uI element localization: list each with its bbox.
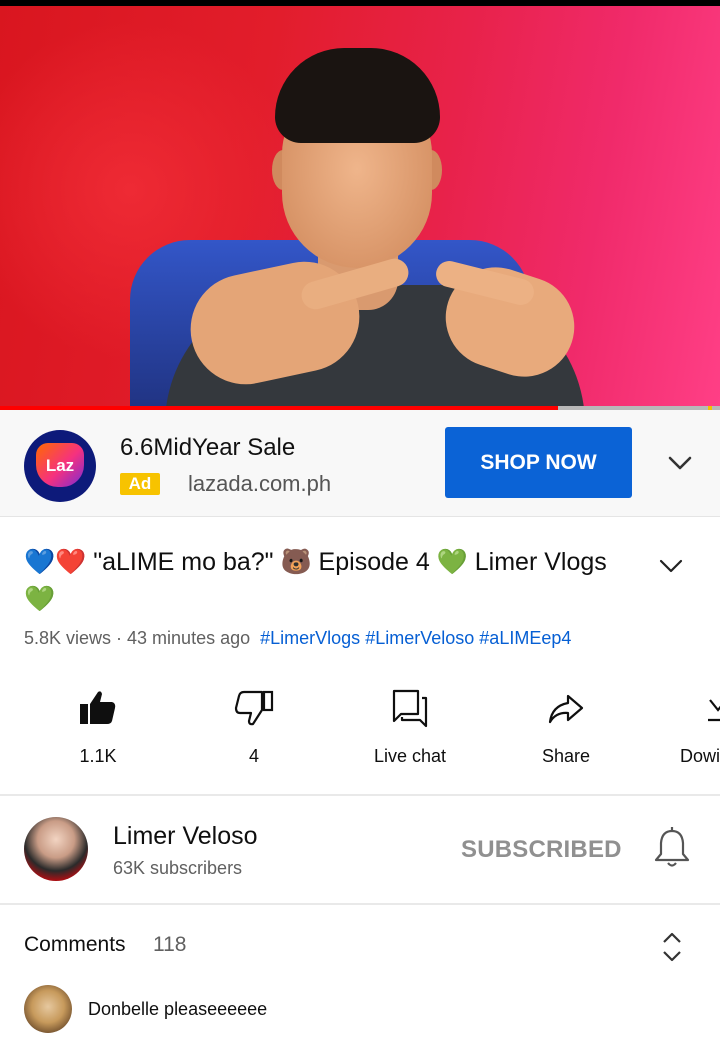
- ad-domain: lazada.com.ph: [188, 471, 332, 496]
- bell-icon[interactable]: [652, 826, 692, 870]
- download-label: Dowi: [680, 746, 720, 766]
- share-icon: [548, 694, 584, 724]
- divider: [0, 794, 720, 796]
- dislike-count: 4: [248, 746, 259, 766]
- hashtag-link[interactable]: #LimerVlogs: [260, 628, 360, 648]
- hashtag-link[interactable]: #aLIMEep4: [479, 628, 571, 648]
- dislike-button[interactable]: 4: [199, 688, 309, 778]
- comments-label[interactable]: Comments: [24, 933, 126, 957]
- ad-badge: Ad: [120, 473, 160, 495]
- video-title[interactable]: 💙❤️ "aLIME mo ba?" 🐻 Episode 4 💚 Limer V…: [24, 544, 634, 618]
- ad-title: 6.6MidYear Sale: [120, 434, 296, 461]
- hashtag-link[interactable]: #LimerVeloso: [365, 628, 474, 648]
- expand-description-icon[interactable]: [656, 551, 686, 581]
- subscribed-button[interactable]: SUBSCRIBED: [461, 836, 622, 864]
- divider: [0, 903, 720, 905]
- thumbs-up-icon: [80, 691, 116, 724]
- commenter-avatar[interactable]: [24, 985, 72, 1033]
- like-button[interactable]: 1.1K: [43, 688, 153, 778]
- video-meta: 5.8K views · 43 minutes ago #LimerVlogs …: [24, 628, 571, 649]
- download-button[interactable]: Dowi: [661, 688, 720, 778]
- expand-comments-icon[interactable]: [660, 930, 684, 964]
- shop-now-button[interactable]: SHOP NOW: [445, 427, 632, 498]
- live-chat-icon: [392, 689, 428, 728]
- thumbs-down-icon: [234, 690, 274, 726]
- views-and-time: 5.8K views · 43 minutes ago: [24, 628, 251, 648]
- live-chat-button[interactable]: Live chat: [355, 688, 465, 778]
- video-player[interactable]: [0, 0, 720, 410]
- person-hair: [275, 48, 440, 143]
- like-count: 1.1K: [79, 746, 117, 766]
- live-chat-label: Live chat: [373, 746, 447, 766]
- status-bar-strip: [0, 0, 720, 6]
- channel-avatar[interactable]: [24, 817, 88, 881]
- chevron-down-icon[interactable]: [666, 449, 694, 477]
- comments-count: 118: [153, 933, 187, 956]
- top-comment-text[interactable]: Donbelle pleaseeeeee: [88, 999, 267, 1020]
- subscriber-count: 63K subscribers: [113, 858, 243, 878]
- share-button[interactable]: Share: [511, 688, 621, 778]
- share-label: Share: [541, 746, 591, 766]
- download-icon: [708, 699, 720, 722]
- channel-name[interactable]: Limer Veloso: [113, 822, 258, 851]
- lazada-logo: Laz: [24, 430, 96, 502]
